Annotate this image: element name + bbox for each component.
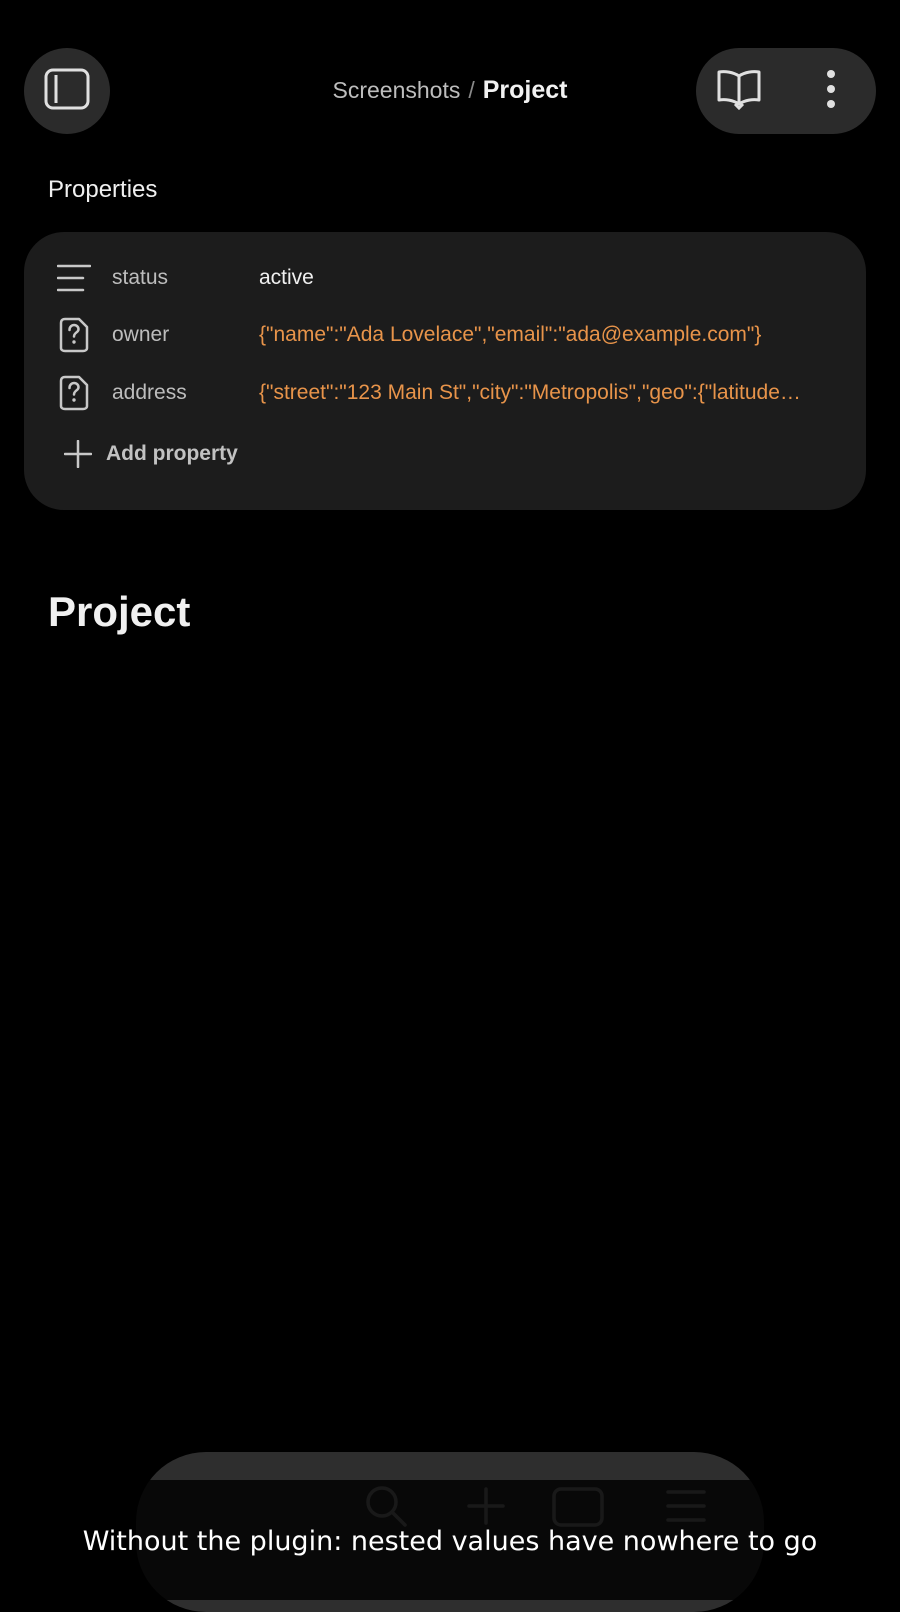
property-row-address: address {"street":"123 Main St","city":"… xyxy=(24,367,866,419)
unknown-type-icon xyxy=(56,375,92,411)
property-key[interactable]: address xyxy=(112,367,187,419)
text-lines-icon xyxy=(56,260,92,296)
property-value[interactable]: {"street":"123 Main St","city":"Metropol… xyxy=(259,367,849,419)
property-key[interactable]: owner xyxy=(112,309,169,361)
property-row-status: status active xyxy=(24,252,866,304)
breadcrumb-parent[interactable]: Screenshots xyxy=(332,77,460,103)
caption-text: Without the plugin: nested values have n… xyxy=(82,1526,818,1557)
more-vertical-icon xyxy=(825,69,837,114)
more-options-button[interactable] xyxy=(811,66,851,116)
property-value[interactable]: {"name":"Ada Lovelace","email":"ada@exam… xyxy=(259,309,849,361)
property-key[interactable]: status xyxy=(112,252,168,304)
document-title[interactable]: Project xyxy=(48,584,190,640)
properties-heading: Properties xyxy=(48,176,158,203)
add-property-label: Add property xyxy=(106,442,238,465)
reading-view-button[interactable] xyxy=(714,66,764,116)
top-actions-group xyxy=(696,48,876,134)
plus-icon xyxy=(62,438,94,470)
properties-panel: status active owner {"name":"Ada Lovelac… xyxy=(24,232,866,510)
unknown-type-icon xyxy=(56,317,92,353)
book-open-icon xyxy=(716,68,762,115)
property-value[interactable]: active xyxy=(259,252,849,304)
breadcrumb-separator: / xyxy=(468,77,475,103)
add-property-button[interactable]: Add property xyxy=(62,432,238,476)
breadcrumb-current[interactable]: Project xyxy=(483,76,568,104)
property-row-owner: owner {"name":"Ada Lovelace","email":"ad… xyxy=(24,309,866,361)
